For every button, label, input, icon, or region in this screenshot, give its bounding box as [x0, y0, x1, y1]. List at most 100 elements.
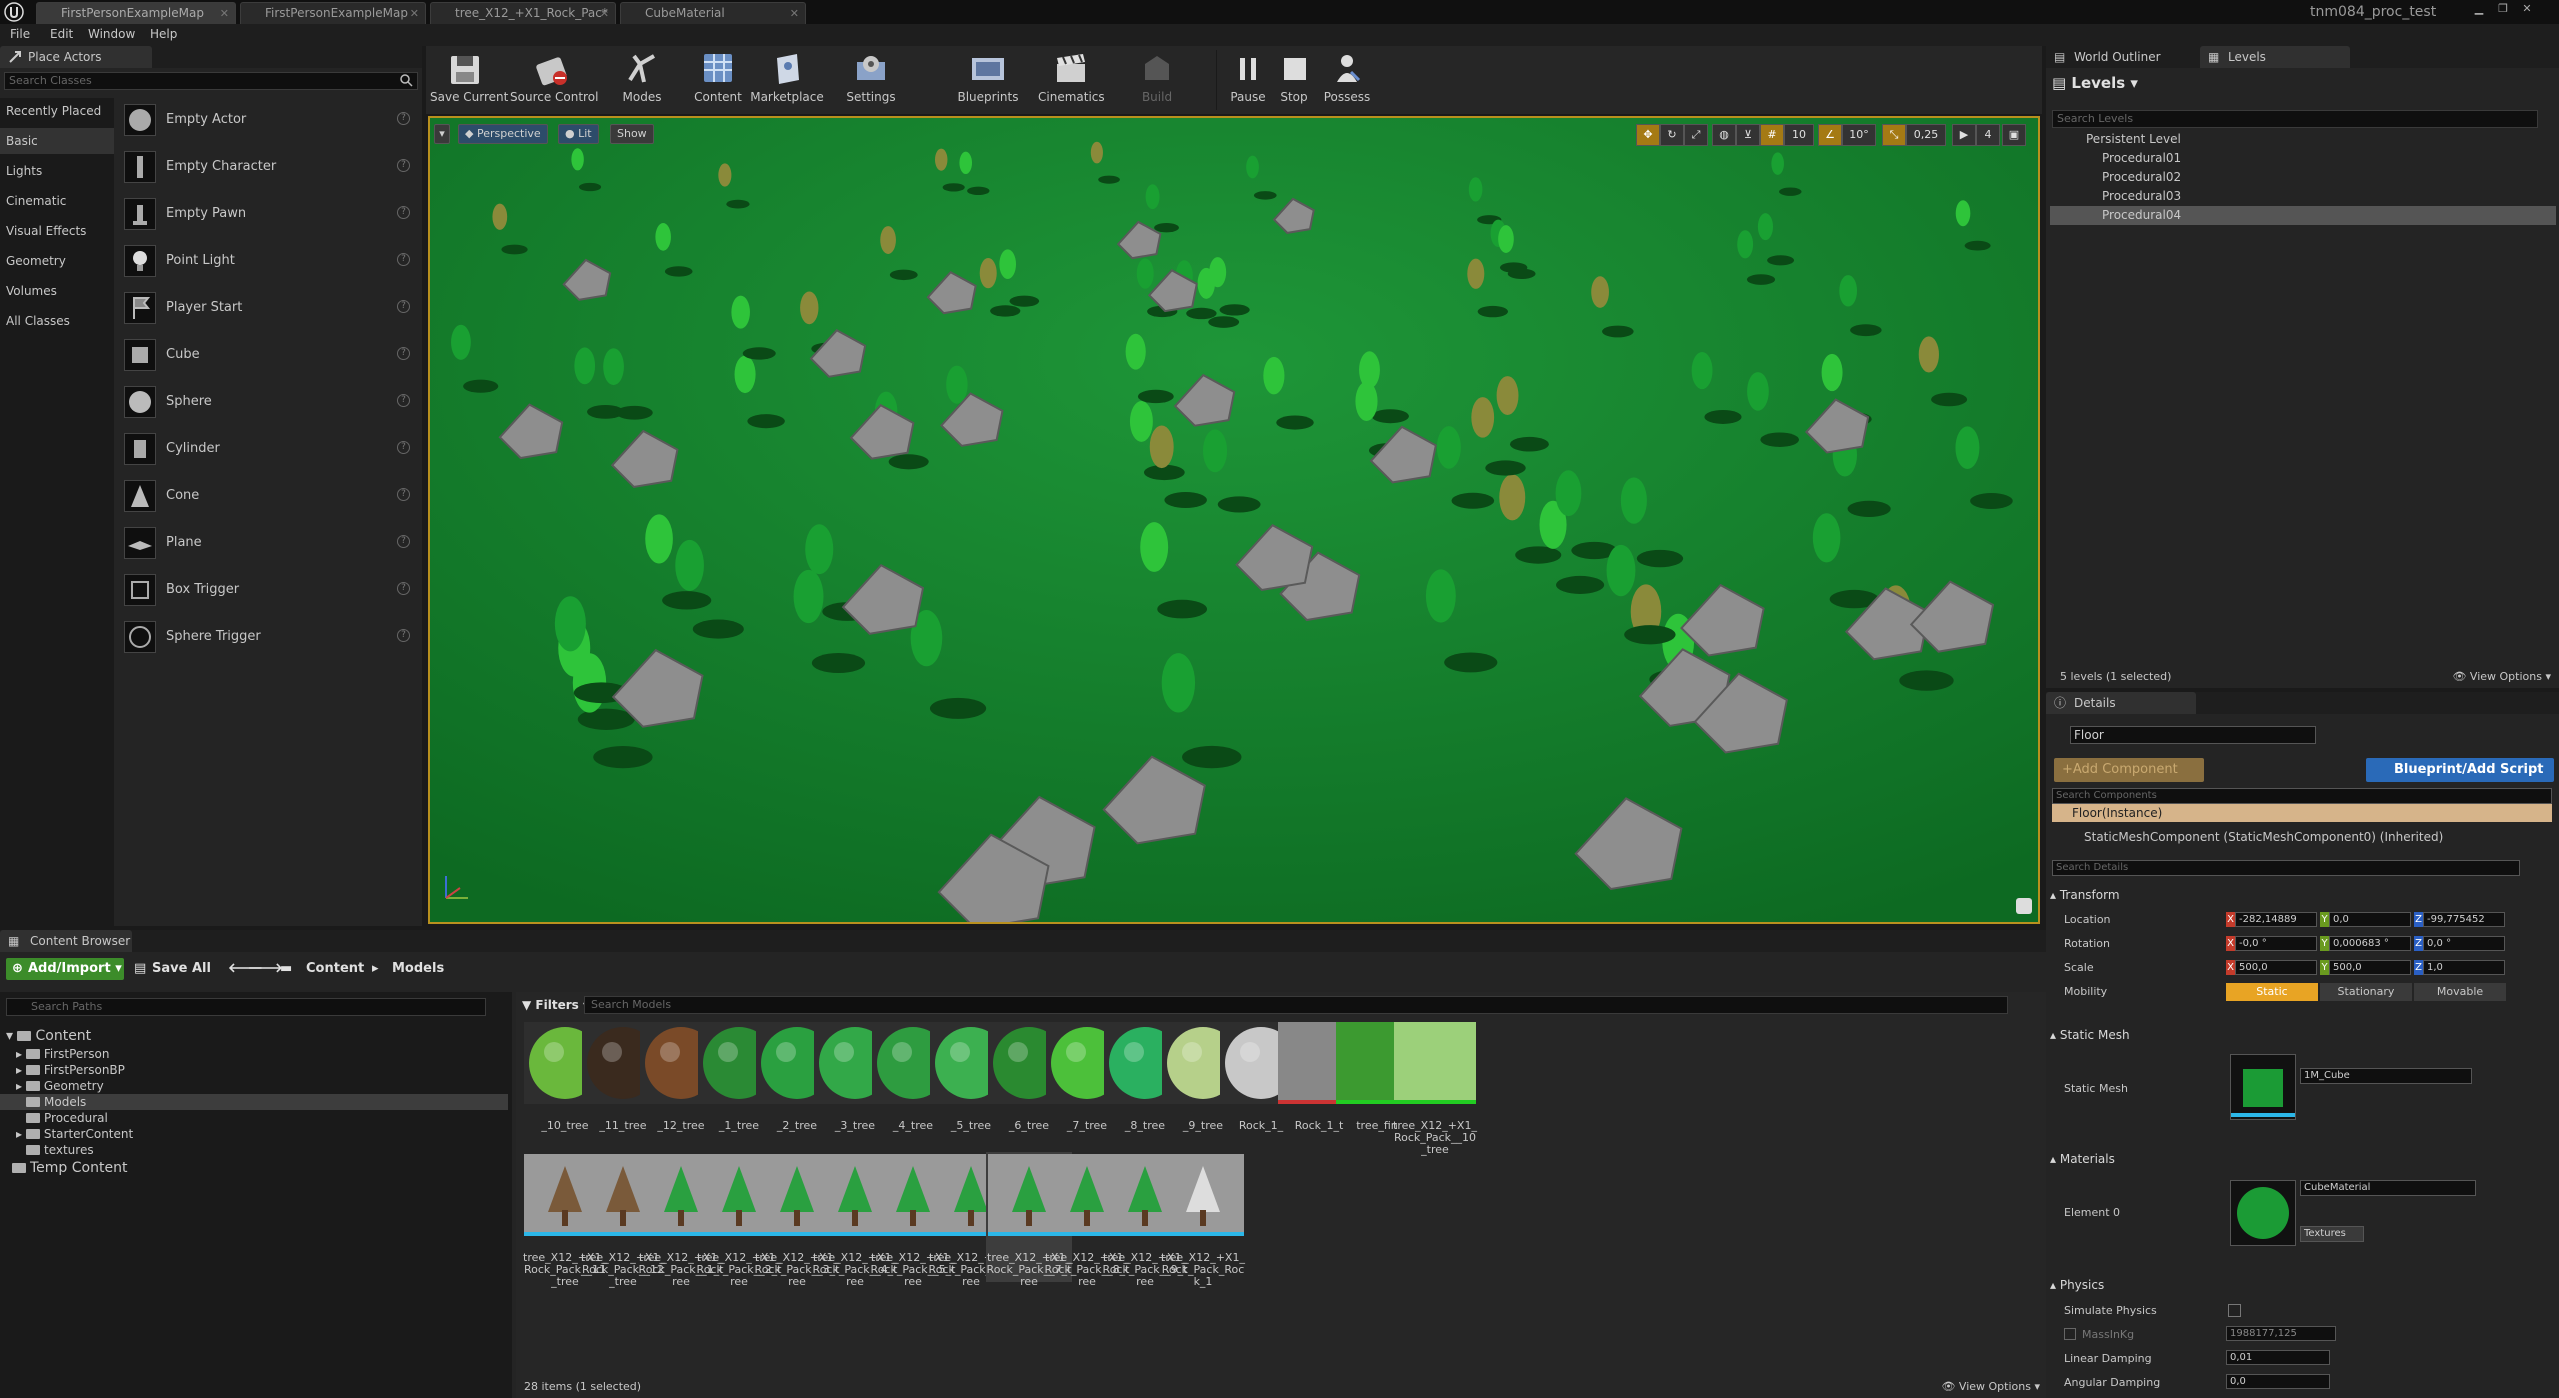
breadcrumb-models[interactable]: Models	[392, 958, 444, 980]
save-all-button[interactable]: ▤ Save All	[132, 958, 211, 980]
level-item-procedural04[interactable]: Procedural04	[2050, 206, 2556, 225]
category-all-classes[interactable]: All Classes	[0, 308, 114, 334]
rotation-x-field[interactable]: -0,0 °	[2235, 936, 2317, 951]
level-item-procedural03[interactable]: Procedural03	[2050, 187, 2556, 206]
tab-cubematerial[interactable]: CubeMaterial ✕	[620, 2, 806, 24]
place-actors-tab[interactable]: Place Actors	[0, 46, 152, 68]
actor-cube[interactable]: Cube?	[118, 333, 418, 377]
close-icon[interactable]: ✕	[220, 3, 229, 24]
perspective-button[interactable]: ◆ Perspective	[458, 124, 548, 144]
material-dropdown[interactable]: CubeMaterial	[2300, 1180, 2476, 1196]
search-levels-input[interactable]: Search Levels	[2052, 110, 2538, 128]
category-visual-effects[interactable]: Visual Effects	[0, 218, 114, 244]
category-volumes[interactable]: Volumes	[0, 278, 114, 304]
actor-box-trigger[interactable]: Box Trigger?	[118, 568, 418, 612]
help-icon[interactable]: ?	[397, 112, 410, 125]
help-icon[interactable]: ?	[397, 159, 410, 172]
actor-sphere[interactable]: Sphere?	[118, 380, 418, 424]
levels-menu-button[interactable]: ▤ Levels ▾	[2052, 74, 2138, 92]
category-geometry[interactable]: Geometry	[0, 248, 114, 274]
close-icon[interactable]: ✕	[410, 3, 419, 24]
search-components-input[interactable]: Search Components	[2052, 788, 2552, 804]
modes-button[interactable]: Modes	[612, 48, 672, 112]
materials-section[interactable]: ▴ Materials	[2050, 1152, 2115, 1166]
category-lights[interactable]: Lights	[0, 158, 114, 184]
realtime-indicator-icon[interactable]	[2016, 898, 2032, 914]
mobility-movable-button[interactable]: Movable	[2414, 983, 2506, 1001]
pause-button[interactable]: Pause	[1226, 48, 1270, 112]
tree-item-startercontent[interactable]: ▸ StarterContent	[16, 1126, 506, 1142]
scale-y-field[interactable]: 500,0	[2329, 960, 2411, 975]
grid-snap-value[interactable]: 10	[1784, 124, 1814, 146]
cinematics-button[interactable]: Cinematics	[1038, 48, 1105, 112]
asset-tile[interactable]: tree_X12_+X1_Rock_Pack_Rock_1	[1160, 1152, 1246, 1288]
close-icon[interactable]: ✕	[600, 3, 609, 24]
tree-item-firstpersonbp[interactable]: ▸ FirstPersonBP	[16, 1062, 506, 1078]
tab-details[interactable]: ⓘ Details	[2046, 692, 2196, 714]
filters-button[interactable]: ▼ Filters ▾	[522, 996, 589, 1014]
tree-item-geometry[interactable]: ▸ Geometry	[16, 1078, 506, 1094]
static-mesh-component-item[interactable]: StaticMeshComponent (StaticMeshComponent…	[2084, 830, 2443, 844]
tree-item-textures[interactable]: textures	[26, 1142, 506, 1158]
rotation-y-field[interactable]: 0,000683 °	[2329, 936, 2411, 951]
mobility-stationary-button[interactable]: Stationary	[2320, 983, 2412, 1001]
rotation-z-field[interactable]: 0,0 °	[2423, 936, 2505, 951]
scale-z-field[interactable]: 1,0	[2423, 960, 2505, 975]
category-cinematic[interactable]: Cinematic	[0, 188, 114, 214]
tab-firstpersonexamplemap[interactable]: FirstPersonExampleMap ✕	[36, 2, 236, 24]
asset-tile[interactable]: tree_X12_+X1_Rock_Pack__10_tree	[1392, 1020, 1478, 1156]
close-window-icon[interactable]: ✕	[2520, 2, 2534, 16]
angular-damping-field[interactable]: 0,0	[2226, 1374, 2330, 1389]
tab-firstpersonexamplemap-2[interactable]: FirstPersonExampleMap ✕	[240, 2, 426, 24]
camera-speed-value[interactable]: 4	[1976, 124, 2000, 146]
tree-item-temp-content[interactable]: Temp Content	[12, 1160, 506, 1176]
actor-empty-actor[interactable]: Empty Actor?	[118, 98, 418, 142]
rotate-tool-icon[interactable]: ↻	[1660, 124, 1684, 146]
blueprints-button[interactable]: Blueprints	[956, 48, 1020, 112]
transform-section[interactable]: ▴ Transform	[2050, 888, 2120, 902]
grid-snap-icon[interactable]: #	[1760, 124, 1784, 146]
blueprint-add-script-button[interactable]: Blueprint/Add Script	[2366, 758, 2554, 782]
actor-point-light[interactable]: Point Light?	[118, 239, 418, 283]
level-item-procedural01[interactable]: Procedural01	[2050, 149, 2556, 168]
camera-speed-icon[interactable]: ▶	[1952, 124, 1976, 146]
menu-edit[interactable]: Edit	[50, 27, 73, 41]
help-icon[interactable]: ?	[397, 441, 410, 454]
static-mesh-dropdown[interactable]: 1M_Cube	[2300, 1068, 2472, 1084]
help-icon[interactable]: ?	[397, 629, 410, 642]
category-basic[interactable]: Basic	[0, 128, 114, 154]
source-control-button[interactable]: Source Control	[510, 48, 598, 112]
mass-override-checkbox[interactable]	[2064, 1328, 2076, 1340]
build-button[interactable]: Build	[1132, 48, 1182, 112]
material-thumbnail[interactable]	[2230, 1180, 2296, 1246]
tree-item-models[interactable]: Models	[0, 1094, 508, 1110]
location-x-field[interactable]: -282,14889	[2235, 912, 2317, 927]
viewport-options-button[interactable]: ▾	[434, 124, 450, 144]
tree-item-firstperson[interactable]: ▸ FirstPerson	[16, 1046, 506, 1062]
content-button[interactable]: Content	[690, 48, 746, 112]
help-icon[interactable]: ?	[397, 535, 410, 548]
actor-cone[interactable]: Cone?	[118, 474, 418, 518]
maximize-viewport-icon[interactable]: ▣	[2002, 124, 2026, 146]
search-paths-input[interactable]: Search Paths	[6, 998, 486, 1016]
help-icon[interactable]: ?	[397, 253, 410, 266]
tab-levels[interactable]: ▦ Levels	[2200, 46, 2350, 68]
close-icon[interactable]: ✕	[790, 3, 799, 24]
object-name-field[interactable]: Floor	[2070, 726, 2316, 744]
help-icon[interactable]: ?	[397, 206, 410, 219]
tab-rock-pack[interactable]: tree_X12_+X1_Rock_Pac* ✕	[430, 2, 616, 24]
mass-field[interactable]: 1988177,125	[2226, 1326, 2336, 1341]
levels-view-options[interactable]: 👁 View Options ▾	[2452, 670, 2551, 683]
surface-snap-icon[interactable]: ⊻	[1736, 124, 1760, 146]
linear-damping-field[interactable]: 0,01	[2226, 1350, 2330, 1365]
search-classes-input[interactable]: Search Classes	[4, 72, 418, 90]
stop-button[interactable]: Stop	[1274, 48, 1314, 112]
actor-player-start[interactable]: Player Start?	[118, 286, 418, 330]
rotation-snap-value[interactable]: 10°	[1842, 124, 1876, 146]
scale-tool-icon[interactable]: ⤢	[1684, 124, 1708, 146]
static-mesh-section[interactable]: ▴ Static Mesh	[2050, 1028, 2130, 1042]
menu-window[interactable]: Window	[88, 27, 135, 41]
simulate-physics-checkbox[interactable]	[2228, 1304, 2241, 1317]
mobility-static-button[interactable]: Static	[2226, 983, 2318, 1001]
tree-item-content[interactable]: ▾ Content	[6, 1028, 506, 1044]
